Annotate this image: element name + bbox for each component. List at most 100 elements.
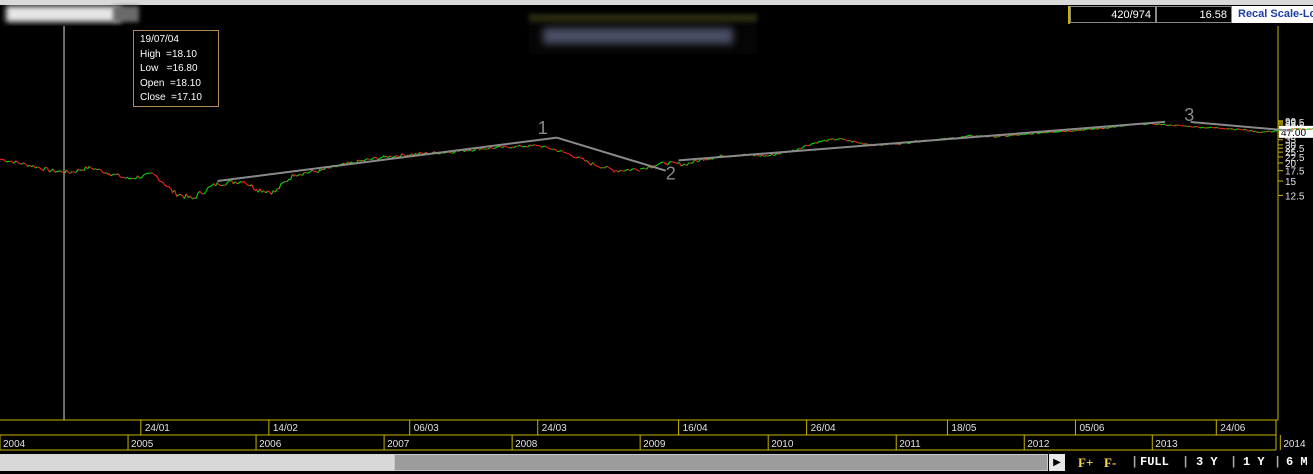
wave-label: 2: [666, 164, 676, 184]
timeframe-3y-button[interactable]: 3 Y: [1196, 455, 1218, 470]
wave-label: 1: [538, 118, 548, 138]
date-tick-label: 24/03: [542, 423, 567, 434]
scrollbar-thumb[interactable]: [394, 454, 1048, 471]
price-segment: [1156, 123, 1159, 126]
price-segment: [994, 136, 997, 138]
price-segment: [79, 169, 83, 171]
price-segment: [219, 184, 222, 187]
tooltip-close: Close =17.10: [140, 92, 202, 104]
price-segment: [114, 173, 117, 176]
price-segment: [1189, 125, 1193, 128]
price-segment: [1258, 131, 1262, 134]
year-tick-label: 2005: [131, 439, 154, 450]
price-segment: [280, 182, 284, 185]
year-tick-label: 2012: [1027, 439, 1050, 450]
tooltip-high: High =18.10: [140, 48, 197, 60]
price-segment: [467, 149, 471, 152]
tooltip-open: Open =18.10: [140, 77, 201, 89]
tooltip-low: Low =16.80: [140, 63, 198, 75]
price-segment: [1024, 133, 1027, 136]
date-tick-label: 18/05: [951, 423, 976, 434]
price-segment: [766, 154, 769, 157]
price-segment: [143, 173, 146, 176]
price-segment: [634, 168, 637, 170]
y-tick-label: 12.5: [1285, 191, 1305, 202]
price-segment: [531, 144, 534, 147]
price-segment: [359, 159, 363, 162]
price-segment: [449, 151, 453, 154]
price-segment: [671, 161, 674, 163]
price-segment: [489, 147, 493, 149]
price-segment: [840, 137, 843, 140]
price-segment: [379, 156, 383, 159]
price-segment: [561, 150, 564, 152]
year-tick-label: 2011: [899, 439, 921, 450]
date-tick-label: 14/02: [273, 423, 298, 434]
price-segment: [1209, 126, 1212, 129]
price-segment: [966, 134, 970, 137]
price-segment: [383, 155, 387, 158]
zoom-out-icon[interactable]: F-: [1104, 455, 1116, 470]
price-segment: [367, 158, 371, 160]
timeframe-full-button[interactable]: FULL: [1140, 455, 1169, 470]
year-tick-label: 2013: [1155, 439, 1178, 450]
price-segment: [549, 148, 552, 150]
scroll-right-arrow-icon[interactable]: ▶: [1049, 454, 1065, 471]
price-segment: [1193, 125, 1197, 128]
date-tick-label: 06/03: [414, 423, 439, 434]
price-segment: [1168, 124, 1171, 126]
price-segment: [37, 166, 40, 169]
price-segment: [1174, 124, 1177, 127]
timeframe-separator: |: [1230, 455, 1238, 469]
price-segment: [1293, 127, 1296, 130]
price-segment: [1185, 125, 1189, 128]
scrollbar-left-area[interactable]: [0, 454, 394, 471]
price-segment: [1216, 127, 1220, 129]
date-tick-label: 26/04: [811, 423, 836, 434]
date-tick-label: 16/04: [683, 423, 708, 434]
price-segment: [1008, 134, 1011, 137]
timeframe-separator: |: [1182, 455, 1190, 469]
price-segment: [1272, 130, 1275, 133]
price-segment: [1037, 132, 1041, 135]
year-tick-label: 2007: [387, 439, 410, 450]
price-segment: [600, 166, 603, 169]
price-segment: [1102, 127, 1106, 130]
price-segment: [70, 171, 73, 174]
price-segment: [1180, 124, 1183, 127]
year-tick-label: 2014: [1283, 439, 1306, 450]
price-segment: [863, 143, 866, 145]
price-segment: [694, 159, 697, 162]
price-segment: [529, 144, 532, 147]
price-segment: [1187, 125, 1191, 128]
price-segment: [507, 146, 511, 149]
price-segment: [596, 165, 599, 168]
year-tick-label: 2006: [259, 439, 282, 450]
price-segment: [481, 148, 485, 150]
price-segment: [1301, 128, 1304, 130]
price-segment: [573, 156, 576, 159]
date-tick-label: 24/06: [1220, 423, 1245, 434]
price-segment: [395, 155, 399, 157]
price-segment: [1222, 127, 1225, 130]
price-segment: [838, 137, 841, 140]
zoom-in-icon[interactable]: F+: [1078, 455, 1093, 470]
y-tick-label: 15: [1285, 177, 1297, 188]
price-segment: [491, 147, 495, 150]
price-segment: [559, 150, 562, 152]
date-tick-label: 24/01: [145, 423, 170, 434]
tooltip-date: 19/07/04: [140, 34, 179, 45]
price-segment: [565, 152, 568, 154]
price-segment: [178, 193, 181, 196]
year-tick-label: 2008: [515, 439, 538, 450]
price-segment: [1203, 126, 1206, 129]
wave-label: 3: [1184, 105, 1194, 125]
chart-title-redacted-bar: [529, 14, 757, 22]
price-segment: [495, 146, 499, 148]
timeframe-1y-button[interactable]: 1 Y: [1243, 455, 1265, 470]
timeframe-6m-button[interactable]: 6 M: [1286, 455, 1308, 470]
year-tick-label: 2004: [3, 439, 26, 450]
price-segment: [267, 190, 270, 193]
price-segment: [563, 151, 566, 154]
chart-title-redacted-text: [543, 28, 733, 44]
